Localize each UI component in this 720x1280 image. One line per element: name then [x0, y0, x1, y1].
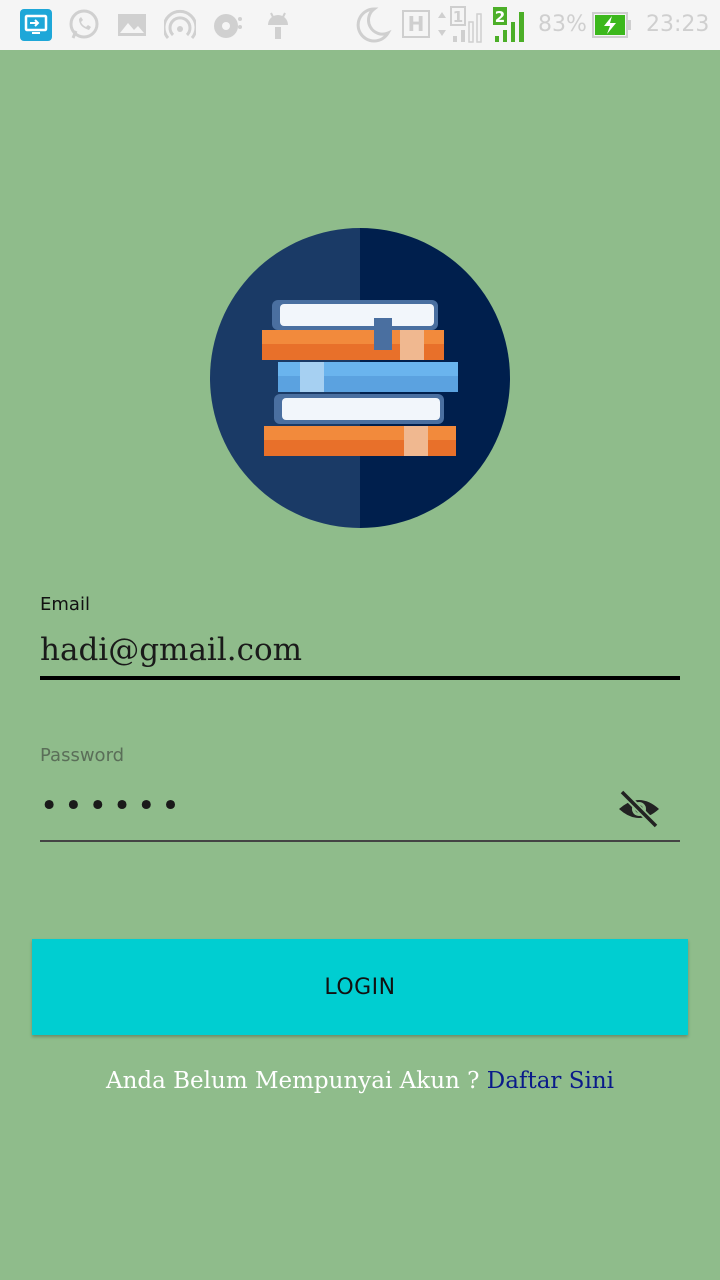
eye-off-icon[interactable] — [616, 788, 662, 830]
sim2-signal-icon: 2 — [493, 7, 524, 42]
status-bar: H 1 2 83% 23:23 — [0, 0, 720, 50]
sim1-label: 1 — [453, 8, 463, 26]
hotspot-icon — [164, 9, 196, 39]
network-type-label: H — [407, 12, 425, 36]
password-underline — [40, 840, 680, 842]
h-network-icon: H — [402, 10, 430, 38]
clock: 23:23 — [646, 12, 710, 37]
screen-mirror-icon — [20, 9, 52, 41]
password-field[interactable]: •••••• — [40, 788, 186, 824]
email-field[interactable]: hadi@gmail.com — [40, 632, 302, 668]
whatsapp-icon — [69, 9, 99, 39]
register-prompt: Anda Belum Mempunyai Akun ? Daftar Sini — [0, 1068, 720, 1094]
register-question: Anda Belum Mempunyai Akun ? — [105, 1068, 480, 1094]
register-link[interactable]: Daftar Sini — [487, 1068, 614, 1094]
moon-icon — [356, 7, 392, 43]
settings-sync-icon — [214, 14, 242, 38]
email-underline — [40, 676, 680, 680]
sim1-signal-icon: 1 — [438, 6, 482, 43]
sim2-label: 2 — [495, 8, 505, 26]
email-label: Email — [40, 594, 90, 615]
battery-charging-icon — [592, 12, 631, 38]
image-icon — [118, 14, 146, 36]
password-label: Password — [40, 745, 125, 766]
login-button[interactable]: LOGIN — [32, 939, 688, 1035]
android-icon — [268, 12, 288, 39]
books-stack-icon — [210, 228, 510, 528]
battery-percent: 83% — [538, 12, 587, 37]
